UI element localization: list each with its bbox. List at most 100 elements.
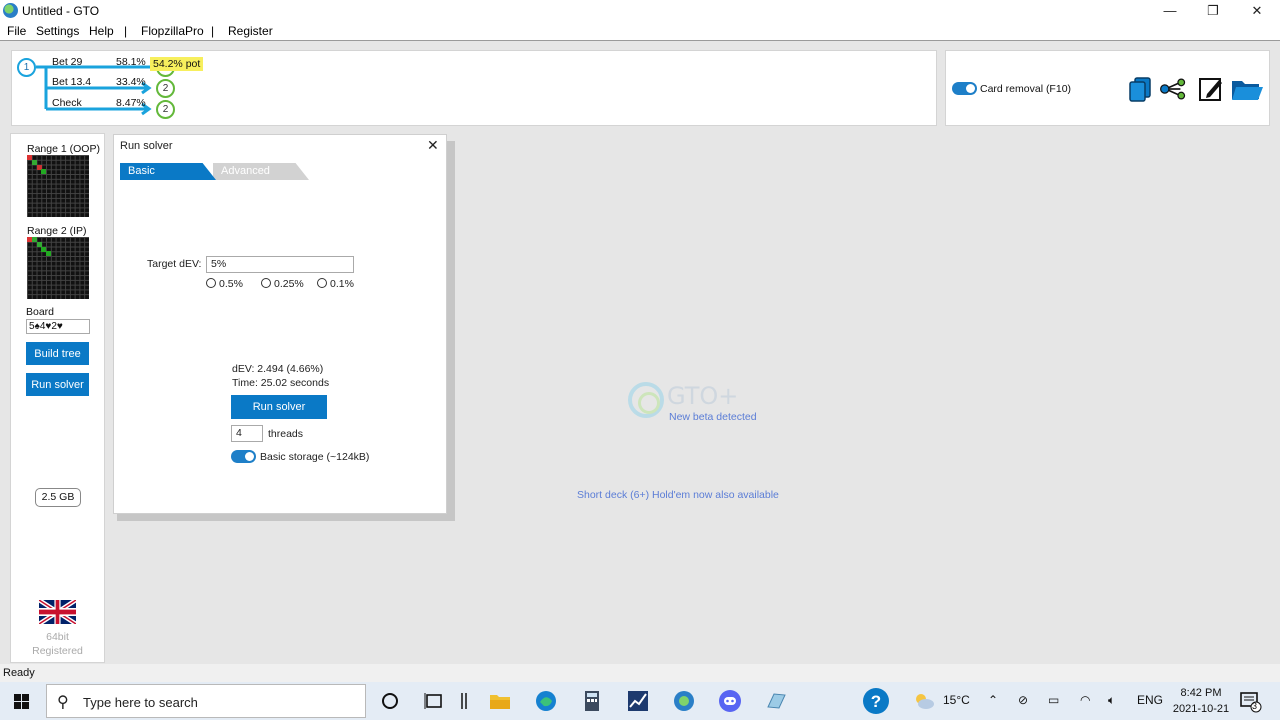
basic-storage-toggle[interactable] (231, 450, 256, 463)
range2-label: Range 2 (IP) (27, 225, 87, 237)
basic-storage-label: Basic storage (~124kB) (260, 451, 370, 463)
range2-grid[interactable] (27, 237, 89, 299)
window-title: Untitled - GTO (22, 4, 100, 18)
tab-advanced[interactable]: Advanced (213, 163, 309, 180)
dev-option-label: 0.5% (219, 278, 243, 290)
gto-app-icon (3, 3, 18, 18)
branch-label[interactable]: Bet 29 (52, 56, 82, 68)
radio-circle-icon (317, 278, 327, 288)
card-removal-toggle[interactable] (952, 82, 977, 95)
game-tree-panel: 1 Bet 29 58.1% 2 Bet 13.4 33.4% 2 Check … (11, 50, 937, 126)
battery-icon[interactable]: ▭ (1048, 693, 1059, 707)
taskbar-search[interactable]: ⚲ Type here to search (46, 684, 366, 718)
clock-time: 8:42 PM (1180, 687, 1222, 699)
copy-icon[interactable] (1126, 75, 1154, 103)
edge-browser-icon[interactable] (534, 689, 558, 713)
menu-settings[interactable]: Settings (36, 24, 79, 38)
notes-app-icon[interactable] (764, 689, 788, 713)
temperature[interactable]: 15°C (943, 693, 970, 707)
tree-node-child[interactable]: 2 (156, 79, 175, 98)
board-input[interactable]: 5♠4♥2♥ (26, 319, 90, 334)
system-clock[interactable]: 8:42 PM 2021-10-21 (1170, 685, 1232, 717)
task-view-icon[interactable] (422, 689, 446, 713)
discord-icon[interactable] (718, 689, 742, 713)
card-removal-label: Card removal (F10) (980, 83, 1072, 95)
volume-icon[interactable]: 🔈︎ (1108, 693, 1115, 708)
menu-register[interactable]: Register (228, 24, 273, 38)
search-icon: ⚲ (57, 694, 69, 711)
range1-label: Range 1 (OOP) (27, 143, 100, 155)
run-solver-button[interactable]: Run solver (231, 395, 327, 419)
stock-chart-icon[interactable] (626, 689, 650, 713)
radio-circle-icon (206, 278, 216, 288)
short-deck-link[interactable]: Short deck (6+) Hold'em now also availab… (577, 489, 779, 501)
dev-result: dEV: 2.494 (4.66%) (232, 363, 324, 375)
edit-icon[interactable] (1197, 75, 1225, 103)
weather-icon[interactable] (912, 689, 936, 713)
taskbar: ⚲ Type here to search ? 15°C ⌃ ⊘ ▭ ◠ 🔈︎ … (0, 682, 1280, 720)
sidebar: Range 1 (OOP) Range 2 (IP) Board 5♠4♥2♥ … (10, 133, 105, 663)
bitness-label: 64bit (46, 631, 69, 643)
branch-pct: 8.47% (116, 97, 146, 109)
menu-flopzillapro[interactable]: FlopzillaPro (141, 24, 204, 38)
cortana-icon[interactable] (378, 689, 402, 713)
radio-circle-icon (261, 278, 271, 288)
branch-pct: 33.4% (116, 76, 146, 88)
menu-file[interactable]: File (7, 24, 26, 38)
tab-basic[interactable]: Basic (120, 163, 216, 180)
tree-node-root[interactable]: 1 (17, 58, 36, 77)
tree-icon[interactable] (1159, 75, 1187, 103)
windows-start-icon[interactable] (14, 694, 29, 709)
build-tree-button[interactable]: Build tree (26, 342, 89, 365)
language-indicator[interactable]: ENG (1137, 693, 1163, 707)
menu-bar: File Settings Help | FlopzillaPro | Regi… (0, 22, 1280, 41)
tools-panel: Card removal (F10) (945, 50, 1270, 126)
dev-option-label: 0.25% (274, 278, 304, 290)
threads-input[interactable]: 4 (231, 425, 263, 442)
branch-label[interactable]: Bet 13.4 (52, 76, 91, 88)
notification-count-badge: 3 (1252, 701, 1258, 711)
run-solver-dialog: Run solver ✕ Advanced Basic Target dEV: … (113, 134, 447, 514)
memory-badge: 2.5 GB (35, 488, 81, 507)
uk-flag-icon[interactable] (39, 600, 76, 624)
dialog-title: Run solver (120, 140, 173, 152)
title-bar: Untitled - GTO — ❐ ✕ (0, 0, 1280, 22)
gto-logo-text: GTO+ (667, 382, 739, 410)
clock-date: 2021-10-21 (1172, 703, 1230, 715)
tree-node-child[interactable]: 2 (156, 100, 175, 119)
svg-text:?: ? (871, 692, 881, 711)
target-dev-input[interactable]: 5% (206, 256, 354, 273)
gto-taskbar-icon[interactable] (672, 689, 696, 713)
show-hidden-icons-chevron-up-icon[interactable]: ⌃ (988, 693, 998, 707)
dialog-close-icon[interactable]: ✕ (427, 137, 439, 154)
calculator-icon[interactable] (580, 689, 604, 713)
widgets-icon[interactable] (452, 689, 476, 713)
dev-option-radio[interactable]: 0.25% (261, 278, 304, 290)
menu-help[interactable]: Help (89, 24, 114, 38)
run-solver-sidebar-button[interactable]: Run solver (26, 373, 89, 396)
time-result: Time: 25.02 seconds (232, 377, 330, 389)
status-bar: Ready (0, 664, 1280, 682)
maximize-button[interactable]: ❐ (1191, 0, 1235, 22)
threads-label: threads (268, 428, 304, 440)
branch-label[interactable]: Check (52, 97, 82, 109)
gto-logo-icon (628, 382, 664, 418)
security-icon[interactable]: ⊘ (1018, 693, 1028, 707)
target-dev-label: Target dEV: (147, 258, 202, 270)
search-placeholder: Type here to search (83, 695, 198, 710)
notification-center-icon[interactable] (1238, 689, 1262, 713)
wifi-icon[interactable]: ◠ (1080, 693, 1090, 707)
pot-tooltip: 54.2% pot (150, 57, 204, 71)
minimize-button[interactable]: — (1148, 0, 1192, 22)
beta-notice-link[interactable]: New beta detected (669, 411, 757, 423)
help-icon[interactable]: ? (862, 687, 890, 715)
menu-separator: | (124, 24, 128, 38)
close-window-button[interactable]: ✕ (1235, 0, 1279, 22)
dev-option-radio[interactable]: 0.1% (317, 278, 354, 290)
dev-option-label: 0.1% (330, 278, 354, 290)
menu-separator: | (211, 24, 215, 38)
dev-option-radio[interactable]: 0.5% (206, 278, 243, 290)
file-explorer-icon[interactable] (488, 689, 512, 713)
range1-grid[interactable] (27, 155, 89, 217)
open-folder-icon[interactable] (1230, 75, 1264, 103)
